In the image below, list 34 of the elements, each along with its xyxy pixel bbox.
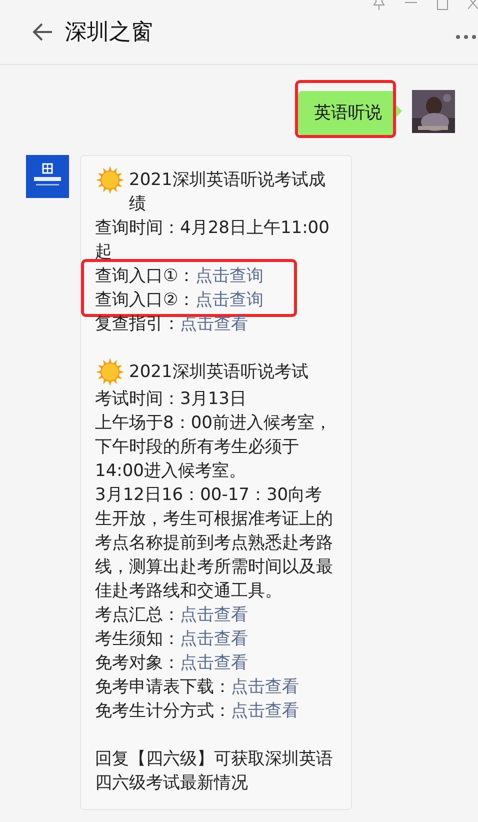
- maximize-icon[interactable]: [437, 0, 448, 10]
- query-link[interactable]: 点击查询: [195, 290, 264, 310]
- query-link[interactable]: 点击查看: [180, 629, 248, 649]
- message-text: 回复【四六级】可获取深圳英语四六级考试最新情况: [95, 748, 334, 795]
- more-button[interactable]: [454, 33, 478, 41]
- link-label: 免考申请表下载：: [95, 677, 231, 697]
- query-link[interactable]: 点击查看: [180, 605, 248, 625]
- sun-icon: [95, 165, 125, 195]
- close-icon[interactable]: [468, 0, 478, 9]
- query-link[interactable]: 点击查看: [231, 701, 299, 721]
- query-link[interactable]: 点击查看: [180, 653, 248, 673]
- chat-title: 深圳之窗: [65, 19, 153, 47]
- sun-icon: [95, 357, 125, 387]
- bubble-tail-icon: [396, 105, 402, 117]
- message-text: 上午场于8：00前进入候考室，下午时段的所有考生必须于14:00进入候考室。: [95, 412, 332, 483]
- query-link[interactable]: 点击查看: [180, 314, 248, 334]
- pin-icon[interactable]: [373, 0, 385, 10]
- minimize-icon[interactable]: [405, 2, 417, 4]
- link-label: 免考生计分方式：: [95, 701, 231, 721]
- query-link[interactable]: 点击查询: [195, 266, 264, 286]
- message-text: 查询时间：4月28日上午11:00起: [95, 217, 330, 264]
- message-text: 3月12日16：00-17：30向考生开放，考生可根据准考证上的考点名称提前到考点熟悉赴考路线，测算出赴考所需时间以及最佳赴考路线和交通工具。: [95, 484, 334, 603]
- sent-message: 英语听说: [298, 91, 396, 135]
- link-label: 免考对象：: [95, 653, 180, 673]
- link-label: 考生须知：: [95, 629, 180, 649]
- link-label: 复查指引：: [95, 314, 180, 334]
- link-label: 查询入口②：: [95, 290, 196, 310]
- section-heading: 2021深圳英语听说考试: [129, 361, 310, 384]
- message-text: 考试时间：3月13日: [95, 388, 248, 411]
- section-heading: 2021深圳英语听说考试成绩: [129, 169, 326, 216]
- logo-icon: [26, 155, 69, 198]
- link-label: 查询入口①：: [95, 266, 196, 286]
- link-label: 考点汇总：: [95, 605, 180, 625]
- query-link[interactable]: 点击查看: [231, 677, 299, 697]
